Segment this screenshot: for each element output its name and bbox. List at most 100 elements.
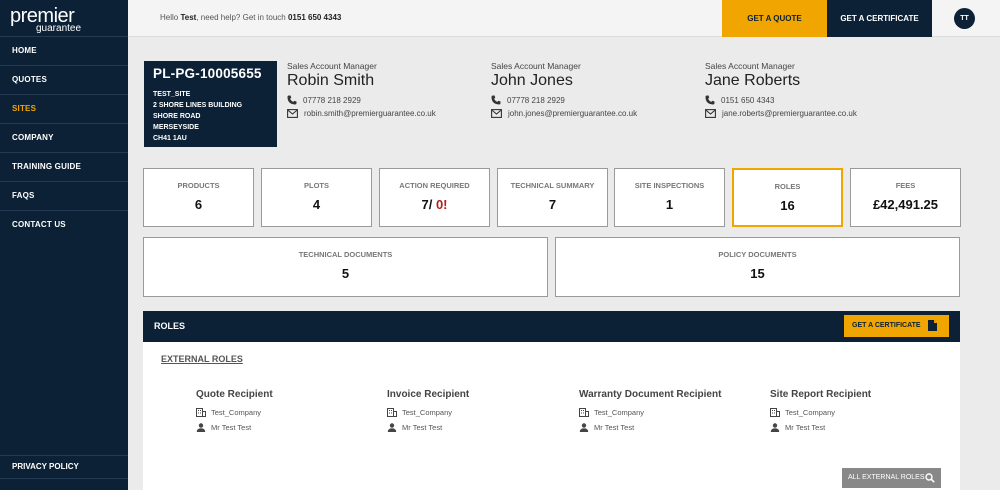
role-title: Warranty Document Recipient <box>579 389 722 400</box>
tile-value: 16 <box>780 198 795 213</box>
tile-label: POLICY DOCUMENTS <box>718 250 797 259</box>
manager-name: Jane Roberts <box>705 72 801 89</box>
role-company: Test_Company <box>785 408 836 417</box>
site-address: TEST_SITE 2 SHORE LINES BUILDING SHORE R… <box>153 89 268 144</box>
tile-action-required[interactable]: ACTION REQUIRED 7/ 0! <box>379 168 490 227</box>
user-name: Test <box>180 13 197 22</box>
manager-phone[interactable]: 07778 218 2929 <box>507 96 565 105</box>
tile-label: ROLES <box>774 182 801 191</box>
main-nav: HOME QUOTES SITES COMPANY TRAINING GUIDE… <box>0 36 128 239</box>
action-alert-count: 0! <box>435 197 448 212</box>
search-icon <box>925 473 935 483</box>
role-person-row: Mr Test Test <box>196 423 273 432</box>
tile-label: ACTION REQUIRED <box>399 181 470 190</box>
site-reference: PL-PG-10005655 <box>153 66 262 81</box>
site-card: PL-PG-10005655 TEST_SITE 2 SHORE LINES B… <box>144 61 277 147</box>
document-icon <box>928 320 937 331</box>
person-icon <box>770 423 780 432</box>
manager-phone[interactable]: 07778 218 2929 <box>303 96 361 105</box>
tile-label: FEES <box>895 181 916 190</box>
building-icon <box>579 408 589 417</box>
get-certificate-button[interactable]: GET A CERTIFICATE <box>844 315 949 337</box>
site-address-line: 2 SHORE LINES BUILDING <box>153 102 243 109</box>
tile-value: 5 <box>341 266 350 281</box>
tile-value: 1 <box>665 197 674 212</box>
get-certificate-top-button[interactable]: GET A CERTIFICATE <box>827 0 932 37</box>
nav-item-home[interactable]: HOME <box>0 36 128 65</box>
logo[interactable]: premier guarantee <box>10 6 81 34</box>
manager-phone-row: 07778 218 2929 <box>287 95 436 105</box>
tile-value: 7/ 0! <box>380 197 489 212</box>
role-person: Mr Test Test <box>594 423 635 432</box>
role-person-row: Mr Test Test <box>579 423 721 432</box>
tile-fees[interactable]: FEES £42,491.25 <box>850 168 961 227</box>
tile-label: PRODUCTS <box>177 181 220 190</box>
manager-robin-smith: Sales Account Manager Robin Smith 07778 … <box>287 61 436 118</box>
tile-value: 7 <box>548 197 557 212</box>
role-company: Test_Company <box>211 408 262 417</box>
tile-site-inspections[interactable]: SITE INSPECTIONS 1 <box>614 168 725 227</box>
role-company: Test_Company <box>402 408 453 417</box>
role-warranty-document-recipient: Warranty Document Recipient Test_Company… <box>579 389 721 432</box>
manager-email[interactable]: john.jones@premierguarantee.co.uk <box>508 109 637 118</box>
phone-icon <box>705 95 715 105</box>
roles-body: EXTERNAL ROLES Quote Recipient Test_Comp… <box>143 342 960 490</box>
get-quote-button[interactable]: GET A QUOTE <box>722 0 827 37</box>
role-title: Site Report Recipient <box>770 389 872 400</box>
manager-name: John Jones <box>491 72 573 89</box>
manager-label: Sales Account Manager <box>705 61 795 71</box>
tile-label: TECHNICAL DOCUMENTS <box>298 250 393 259</box>
tile-value: £42,491.25 <box>872 197 939 212</box>
site-name: TEST_SITE <box>153 91 191 98</box>
manager-email[interactable]: jane.roberts@premierguarantee.co.uk <box>722 109 857 118</box>
roles-title: ROLES <box>154 321 186 331</box>
manager-john-jones: Sales Account Manager John Jones 07778 2… <box>491 61 637 118</box>
tile-value: 6 <box>194 197 203 212</box>
manager-email-row: jane.roberts@premierguarantee.co.uk <box>705 109 857 118</box>
tile-technical-documents[interactable]: TECHNICAL DOCUMENTS 5 <box>143 237 548 297</box>
roles-header: ROLES GET A CERTIFICATE <box>143 311 960 342</box>
get-certificate-label: GET A CERTIFICATE <box>852 322 921 329</box>
all-external-roles-button[interactable]: ALL EXTERNAL ROLES <box>842 468 941 488</box>
tile-value: 4 <box>312 197 321 212</box>
role-quote-recipient: Quote Recipient Test_Company Mr Test Tes… <box>196 389 273 432</box>
nav-item-training-guide[interactable]: TRAINING GUIDE <box>0 152 128 181</box>
person-icon <box>579 423 589 432</box>
manager-email-row: robin.smith@premierguarantee.co.uk <box>287 109 436 118</box>
avatar[interactable]: TT <box>954 8 975 29</box>
tile-plots[interactable]: PLOTS 4 <box>261 168 372 227</box>
manager-label: Sales Account Manager <box>287 61 377 71</box>
building-icon <box>196 408 206 417</box>
tile-policy-documents[interactable]: POLICY DOCUMENTS 15 <box>555 237 960 297</box>
tile-products[interactable]: PRODUCTS 6 <box>143 168 254 227</box>
action-count: 7/ <box>421 197 433 212</box>
person-icon <box>387 423 397 432</box>
manager-phone-row: 07778 218 2929 <box>491 95 637 105</box>
nav-item-quotes[interactable]: QUOTES <box>0 65 128 94</box>
building-icon <box>770 408 780 417</box>
nav-item-privacy-policy[interactable]: PRIVACY POLICY <box>0 455 128 479</box>
manager-name: Robin Smith <box>287 72 375 89</box>
nav-item-contact-us[interactable]: CONTACT US <box>0 210 128 239</box>
manager-jane-roberts: Sales Account Manager Jane Roberts 0151 … <box>705 61 857 118</box>
phone-icon <box>491 95 501 105</box>
mail-icon <box>287 109 298 118</box>
manager-email-row: john.jones@premierguarantee.co.uk <box>491 109 637 118</box>
external-roles-heading[interactable]: EXTERNAL ROLES <box>161 354 243 364</box>
tile-label: SITE INSPECTIONS <box>634 181 705 190</box>
help-text: Hello Test, need help? Get in touch 0151… <box>160 13 341 22</box>
manager-email[interactable]: robin.smith@premierguarantee.co.uk <box>304 109 436 118</box>
nav-item-sites[interactable]: SITES <box>0 94 128 123</box>
tile-roles[interactable]: ROLES 16 <box>732 168 843 227</box>
nav-item-faqs[interactable]: FAQS <box>0 181 128 210</box>
help-phone[interactable]: 0151 650 4343 <box>288 13 341 22</box>
tile-label: PLOTS <box>303 181 329 190</box>
nav-item-company[interactable]: COMPANY <box>0 123 128 152</box>
tile-technical-summary[interactable]: TECHNICAL SUMMARY 7 <box>497 168 608 227</box>
role-title: Invoice Recipient <box>387 389 470 400</box>
person-icon <box>196 423 206 432</box>
role-person-row: Mr Test Test <box>387 423 469 432</box>
role-company-row: Test_Company <box>770 408 871 417</box>
manager-phone[interactable]: 0151 650 4343 <box>721 96 774 105</box>
role-person: Mr Test Test <box>402 423 443 432</box>
